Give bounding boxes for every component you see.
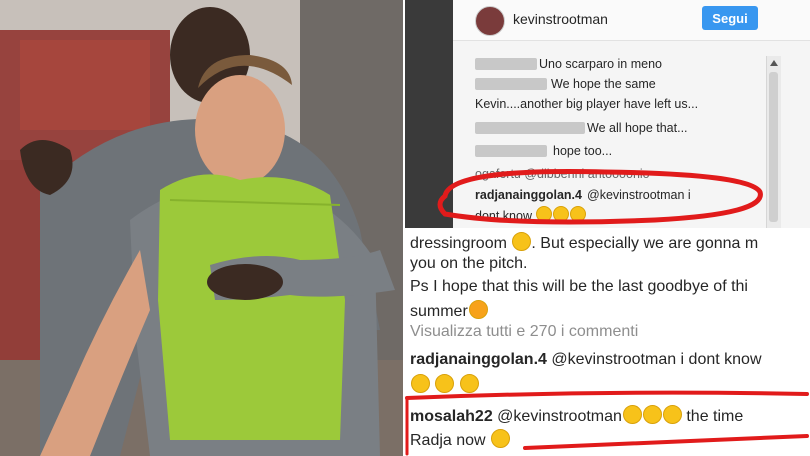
comment-text-continued: dont know <box>475 206 587 223</box>
comments-screenshot: dressingroom . But especially we are gon… <box>405 230 810 456</box>
comment-username[interactable]: radjanainggolan.4 <box>475 188 582 202</box>
caption-text: . But especially we are gonna m <box>531 235 759 252</box>
grinning-emoji-icon <box>642 405 662 424</box>
comment-text: Uno scarparo in meno <box>539 57 662 71</box>
comment-username[interactable]: mosalah22 <box>410 408 493 425</box>
grinning-emoji-icon <box>570 206 587 222</box>
players-photo <box>0 0 403 456</box>
blurred-username <box>475 58 537 70</box>
emoji-row <box>410 374 479 395</box>
comment-text: dont know <box>475 209 532 223</box>
view-all-comments-link[interactable]: Visualizza tutti e 270 i commenti <box>410 323 638 341</box>
comment-text: Kevin....another big player have left us… <box>475 97 699 111</box>
caption-line: you on the pitch. <box>410 255 528 272</box>
comment-text: @kevinstrootman i <box>587 188 691 202</box>
caption-line: summer <box>410 300 488 321</box>
comment-text: Radja now <box>410 432 486 449</box>
comments-scrollbar[interactable] <box>766 56 781 228</box>
comments-panel: kevinstrootman Segui Uno scarparo in men… <box>453 0 810 228</box>
blurred-username <box>475 145 547 157</box>
instagram-comments-panel: kevinstrootman Segui Uno scarparo in men… <box>405 0 810 228</box>
comment-text: We all hope that... <box>587 121 688 135</box>
blurred-username <box>475 78 547 90</box>
grinning-emoji-icon <box>622 405 642 424</box>
caption-text: summer <box>410 303 468 320</box>
grinning-emoji-icon <box>491 429 511 448</box>
winking-tongue-emoji-icon <box>468 300 488 319</box>
grinning-emoji-icon <box>435 374 455 393</box>
comment-row: radjanainggolan.4 @kevinstrootman i dont… <box>410 351 762 369</box>
grinning-emoji-icon <box>553 206 570 222</box>
grinning-emoji-icon <box>662 405 682 424</box>
comment-list: Uno scarparo in meno We hope the same Ke… <box>453 42 778 228</box>
training-photo-illustration <box>0 0 403 456</box>
comment-username[interactable]: radjanainggolan.4 <box>410 351 547 368</box>
comment-text: ogafertu @dibbenni antoooonio <box>475 167 650 181</box>
avatar[interactable] <box>475 6 505 36</box>
grinning-emoji-icon <box>411 374 430 393</box>
caption-text: dressingroom <box>410 235 507 252</box>
comment-text: the time <box>686 408 744 425</box>
username[interactable]: kevinstrootman <box>513 11 608 27</box>
grinning-emoji-icon <box>512 232 532 251</box>
scroll-thumb[interactable] <box>769 72 778 222</box>
post-image-strip <box>405 0 453 228</box>
post-header: kevinstrootman Segui <box>453 0 810 41</box>
caption-line: dressingroom . But especially we are gon… <box>410 232 758 253</box>
comment-text: @kevinstrootman <box>497 408 622 425</box>
comment-text: We hope the same <box>551 77 656 91</box>
grinning-emoji-icon <box>459 374 479 393</box>
caption-line: Ps I hope that this will be the last goo… <box>410 278 748 295</box>
blurred-username <box>475 122 585 134</box>
grinning-emoji-icon <box>536 206 553 222</box>
follow-button[interactable]: Segui <box>702 6 758 30</box>
comment-row: mosalah22 @kevinstrootman the time <box>410 405 743 426</box>
comment-row-continued: Radja now <box>410 429 511 450</box>
comment-text: hope too... <box>553 144 613 158</box>
scroll-up-icon[interactable] <box>770 60 778 66</box>
comment-text: @kevinstrootman i dont know <box>551 351 762 368</box>
